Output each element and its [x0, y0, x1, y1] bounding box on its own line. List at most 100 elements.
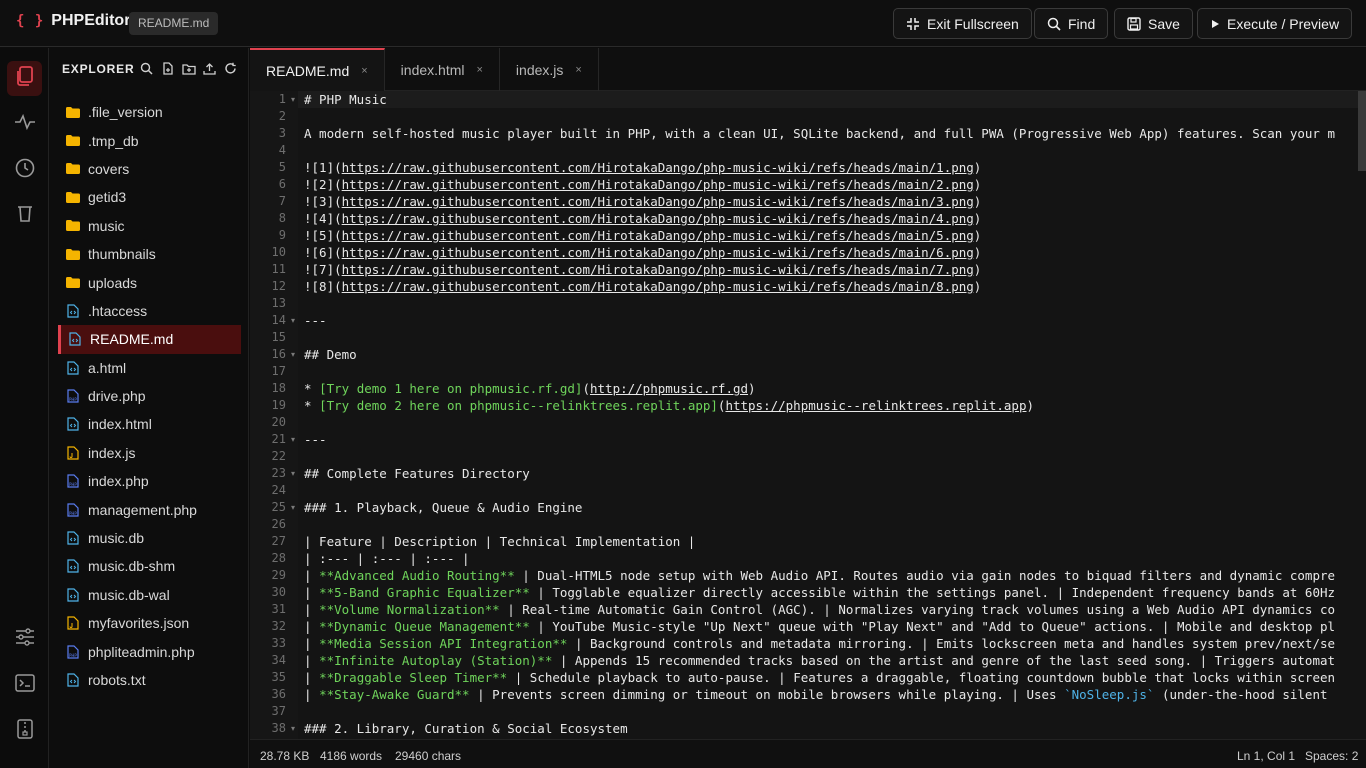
line-number: 20	[271, 415, 286, 429]
current-file-badge: README.md	[129, 12, 219, 35]
tree-item-covers[interactable]: covers	[58, 155, 241, 183]
fold-chevron-icon[interactable]: ▾	[291, 435, 295, 444]
json-file-icon	[66, 616, 80, 630]
tree-item-thumbnails[interactable]: thumbnails	[58, 240, 241, 268]
fold-chevron-icon[interactable]: ▾	[291, 724, 295, 733]
tab-index-js[interactable]: index.js ×	[500, 48, 599, 91]
folder-icon	[66, 247, 80, 261]
code-line: | **Media Session API Integration** | Ba…	[304, 636, 1336, 651]
fold-chevron-icon[interactable]: ▾	[291, 350, 295, 359]
tree-item-index-js[interactable]: index.js	[58, 439, 241, 467]
tree-item-robots-txt[interactable]: robots.txt	[58, 666, 241, 694]
tree-item-myfavorites-json[interactable]: myfavorites.json	[58, 609, 241, 637]
title-bar: { } PHPEditor README.md Exit Fullscreen …	[0, 0, 1366, 47]
tree-item-file-version[interactable]: .file_version	[58, 98, 241, 126]
code-line: | :--- | :--- | :--- |	[304, 551, 470, 566]
tree-item-label: .htaccess	[88, 302, 148, 319]
code-file-icon	[66, 417, 80, 432]
activity-terminal[interactable]	[7, 668, 42, 703]
refresh-icon[interactable]	[223, 61, 238, 76]
line-number-gutter: 1 ▾ 2 3 4 5 6 7 8 9 10 11 12 13 14 ▾ 15 16 ▾ 17 18 19 20 21 ▾ 22 2…	[250, 91, 298, 739]
fold-chevron-icon[interactable]: ▾	[291, 95, 295, 104]
upload-icon[interactable]	[202, 61, 217, 76]
folder-icon	[66, 162, 80, 176]
line-number: 32	[271, 619, 286, 633]
save-label: Save	[1148, 15, 1180, 32]
line-number: 12	[271, 279, 286, 293]
tree-item-htaccess[interactable]: .htaccess	[58, 297, 241, 325]
code-line: | **Volume Normalization** | Real-time A…	[304, 602, 1336, 617]
fold-chevron-icon[interactable]: ▾	[291, 316, 295, 325]
php-file-icon: PHP	[66, 503, 80, 517]
floppy-disk-icon	[1127, 16, 1141, 31]
fold-chevron-icon[interactable]: ▾	[291, 469, 295, 478]
indent-setting[interactable]: Spaces: 2	[1305, 749, 1358, 763]
code-content[interactable]: # PHP Music A modern self-hosted music p…	[304, 91, 1335, 736]
line-number: 8	[278, 211, 286, 225]
line-number: 15	[271, 330, 286, 344]
execute-preview-button[interactable]: Execute / Preview	[1197, 8, 1353, 39]
app-name: PHPEditor	[51, 12, 131, 29]
tree-item-drive-php[interactable]: PHP drive.php	[58, 382, 241, 410]
line-number: 19	[271, 398, 286, 412]
tree-item-label: management.php	[88, 501, 197, 518]
activity-settings[interactable]	[7, 622, 42, 657]
tree-item-getid3[interactable]: getid3	[58, 183, 241, 211]
tab-label: index.html	[400, 61, 465, 78]
code-line: ![4](https://raw.githubusercontent.com/H…	[304, 211, 982, 226]
line-number: 27	[271, 534, 286, 548]
activity-trash[interactable]	[7, 198, 42, 233]
svg-text:PHP: PHP	[69, 511, 77, 516]
code-editor[interactable]: 1 ▾ 2 3 4 5 6 7 8 9 10 11 12 13 14 ▾ 15 16 ▾ 17 18 19 20 21 ▾ 22 2…	[250, 91, 1366, 739]
tree-item-phpliteadmin-php[interactable]: PHP phpliteadmin.php	[58, 637, 241, 665]
new-file-icon[interactable]	[160, 61, 175, 76]
close-icon[interactable]: ×	[575, 64, 581, 76]
tab-readme[interactable]: README.md ×	[250, 48, 385, 91]
close-icon[interactable]: ×	[361, 65, 367, 77]
line-number: 17	[271, 364, 286, 378]
tree-item-music-db-shm[interactable]: music.db-shm	[58, 552, 241, 580]
activity-explorer[interactable]	[7, 61, 42, 96]
code-file-icon	[66, 559, 80, 574]
code-line: ![2](https://raw.githubusercontent.com/H…	[304, 177, 982, 192]
tree-item-label: .tmp_db	[88, 132, 139, 149]
code-line: # PHP Music	[304, 92, 387, 107]
tree-item-label: uploads	[88, 274, 138, 291]
activity-history[interactable]	[7, 153, 42, 188]
tree-item-uploads[interactable]: uploads	[58, 268, 241, 296]
fold-chevron-icon[interactable]: ▾	[291, 503, 295, 512]
find-button[interactable]: Find	[1034, 8, 1109, 39]
tree-item-tmp-db[interactable]: .tmp_db	[58, 126, 241, 154]
line-number: 6	[278, 177, 286, 191]
new-folder-icon[interactable]	[181, 61, 196, 76]
tree-item-music-db[interactable]: music.db	[58, 524, 241, 552]
line-number: 35	[271, 670, 286, 684]
line-number: 26	[271, 517, 286, 531]
tab-index-html[interactable]: index.html ×	[385, 48, 500, 91]
tree-item-index-php[interactable]: PHP index.php	[58, 467, 241, 495]
search-icon[interactable]	[139, 61, 154, 76]
code-line: | **Advanced Audio Routing** | Dual-HTML…	[304, 568, 1336, 583]
code-line: * [Try demo 2 here on phpmusic--relinktr…	[304, 398, 1035, 413]
close-icon[interactable]: ×	[476, 64, 482, 76]
line-number: 29	[271, 568, 286, 582]
svg-text:PHP: PHP	[69, 397, 77, 402]
tree-item-music[interactable]: music	[58, 212, 241, 240]
activity-pulse[interactable]	[7, 107, 42, 142]
tree-item-management-php[interactable]: PHP management.php	[58, 495, 241, 523]
tree-item-a-html[interactable]: a.html	[58, 354, 241, 382]
tree-item-music-db-wal[interactable]: music.db-wal	[58, 581, 241, 609]
save-button[interactable]: Save	[1114, 8, 1193, 39]
code-line: ### 1. Playback, Queue & Audio Engine	[304, 500, 583, 515]
sliders-icon	[15, 628, 35, 651]
editor-tabs: README.md × index.html × index.js ×	[250, 48, 1366, 91]
cursor-position[interactable]: Ln 1, Col 1	[1237, 749, 1295, 763]
exit-fullscreen-button[interactable]: Exit Fullscreen	[893, 8, 1032, 39]
code-line: ![1](https://raw.githubusercontent.com/H…	[304, 160, 982, 175]
activity-archive[interactable]	[7, 714, 42, 749]
tree-item-index-html[interactable]: index.html	[58, 410, 241, 438]
editor-scrollbar[interactable]	[1358, 91, 1366, 171]
clock-icon	[15, 158, 35, 183]
tree-item-readme[interactable]: README.md	[58, 325, 241, 354]
code-line: ---	[304, 432, 327, 447]
